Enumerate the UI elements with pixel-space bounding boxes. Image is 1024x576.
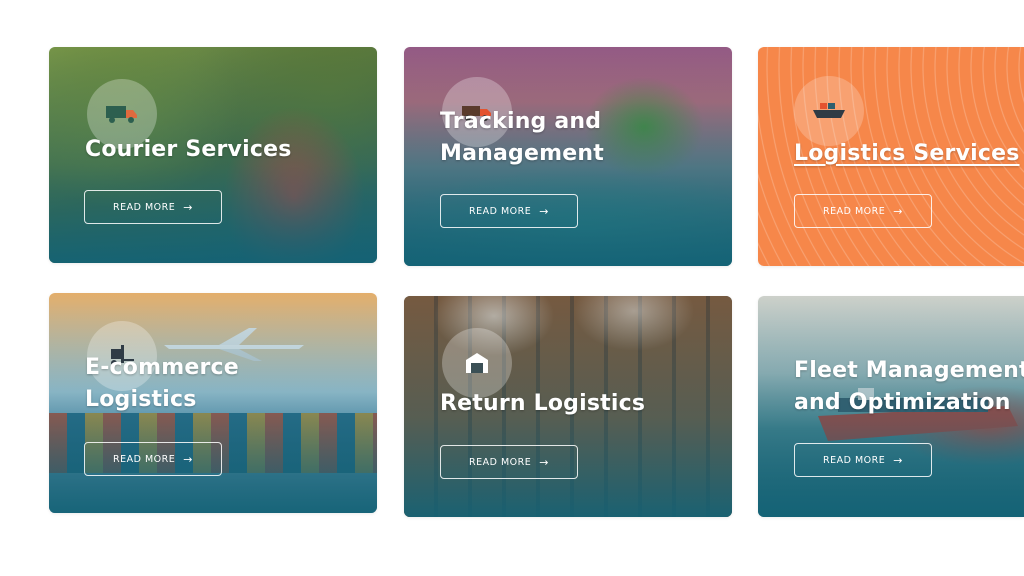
read-more-button[interactable]: READ MORE → [440,194,578,228]
arrow-right-icon: → [183,452,193,466]
card-courier-services[interactable]: Courier Services READ MORE → [49,47,377,263]
card-title: Courier Services [85,137,292,162]
arrow-right-icon: → [539,204,549,218]
card-logistics-services[interactable]: Logistics Services READ MORE → [758,47,1024,266]
card-title: Fleet Management and Optimization [794,358,1024,415]
arrow-right-icon: → [893,204,903,218]
cargo-ship-icon [794,76,864,146]
card-return-logistics[interactable]: Return Logistics READ MORE → [404,296,732,517]
read-more-button[interactable]: READ MORE → [84,190,222,224]
read-more-button[interactable]: READ MORE → [794,443,932,477]
card-title: Return Logistics [440,391,646,416]
card-tracking-management[interactable]: Tracking and Management READ MORE → [404,47,732,266]
read-more-button[interactable]: READ MORE → [440,445,578,479]
read-more-button[interactable]: READ MORE → [794,194,932,228]
arrow-right-icon: → [183,200,193,214]
services-grid: Courier Services READ MORE → Tracking an… [0,0,1024,576]
arrow-right-icon: → [539,455,549,469]
card-ecommerce-logistics[interactable]: E-commerce Logistics READ MORE → [49,293,377,513]
read-more-button[interactable]: READ MORE → [84,442,222,476]
card-title: E-commerce Logistics [85,355,239,412]
card-title[interactable]: Logistics Services [794,138,1020,170]
arrow-right-icon: → [893,453,903,467]
card-title: Tracking and Management [440,109,604,166]
card-fleet-management[interactable]: Fleet Management and Optimization READ M… [758,296,1024,517]
